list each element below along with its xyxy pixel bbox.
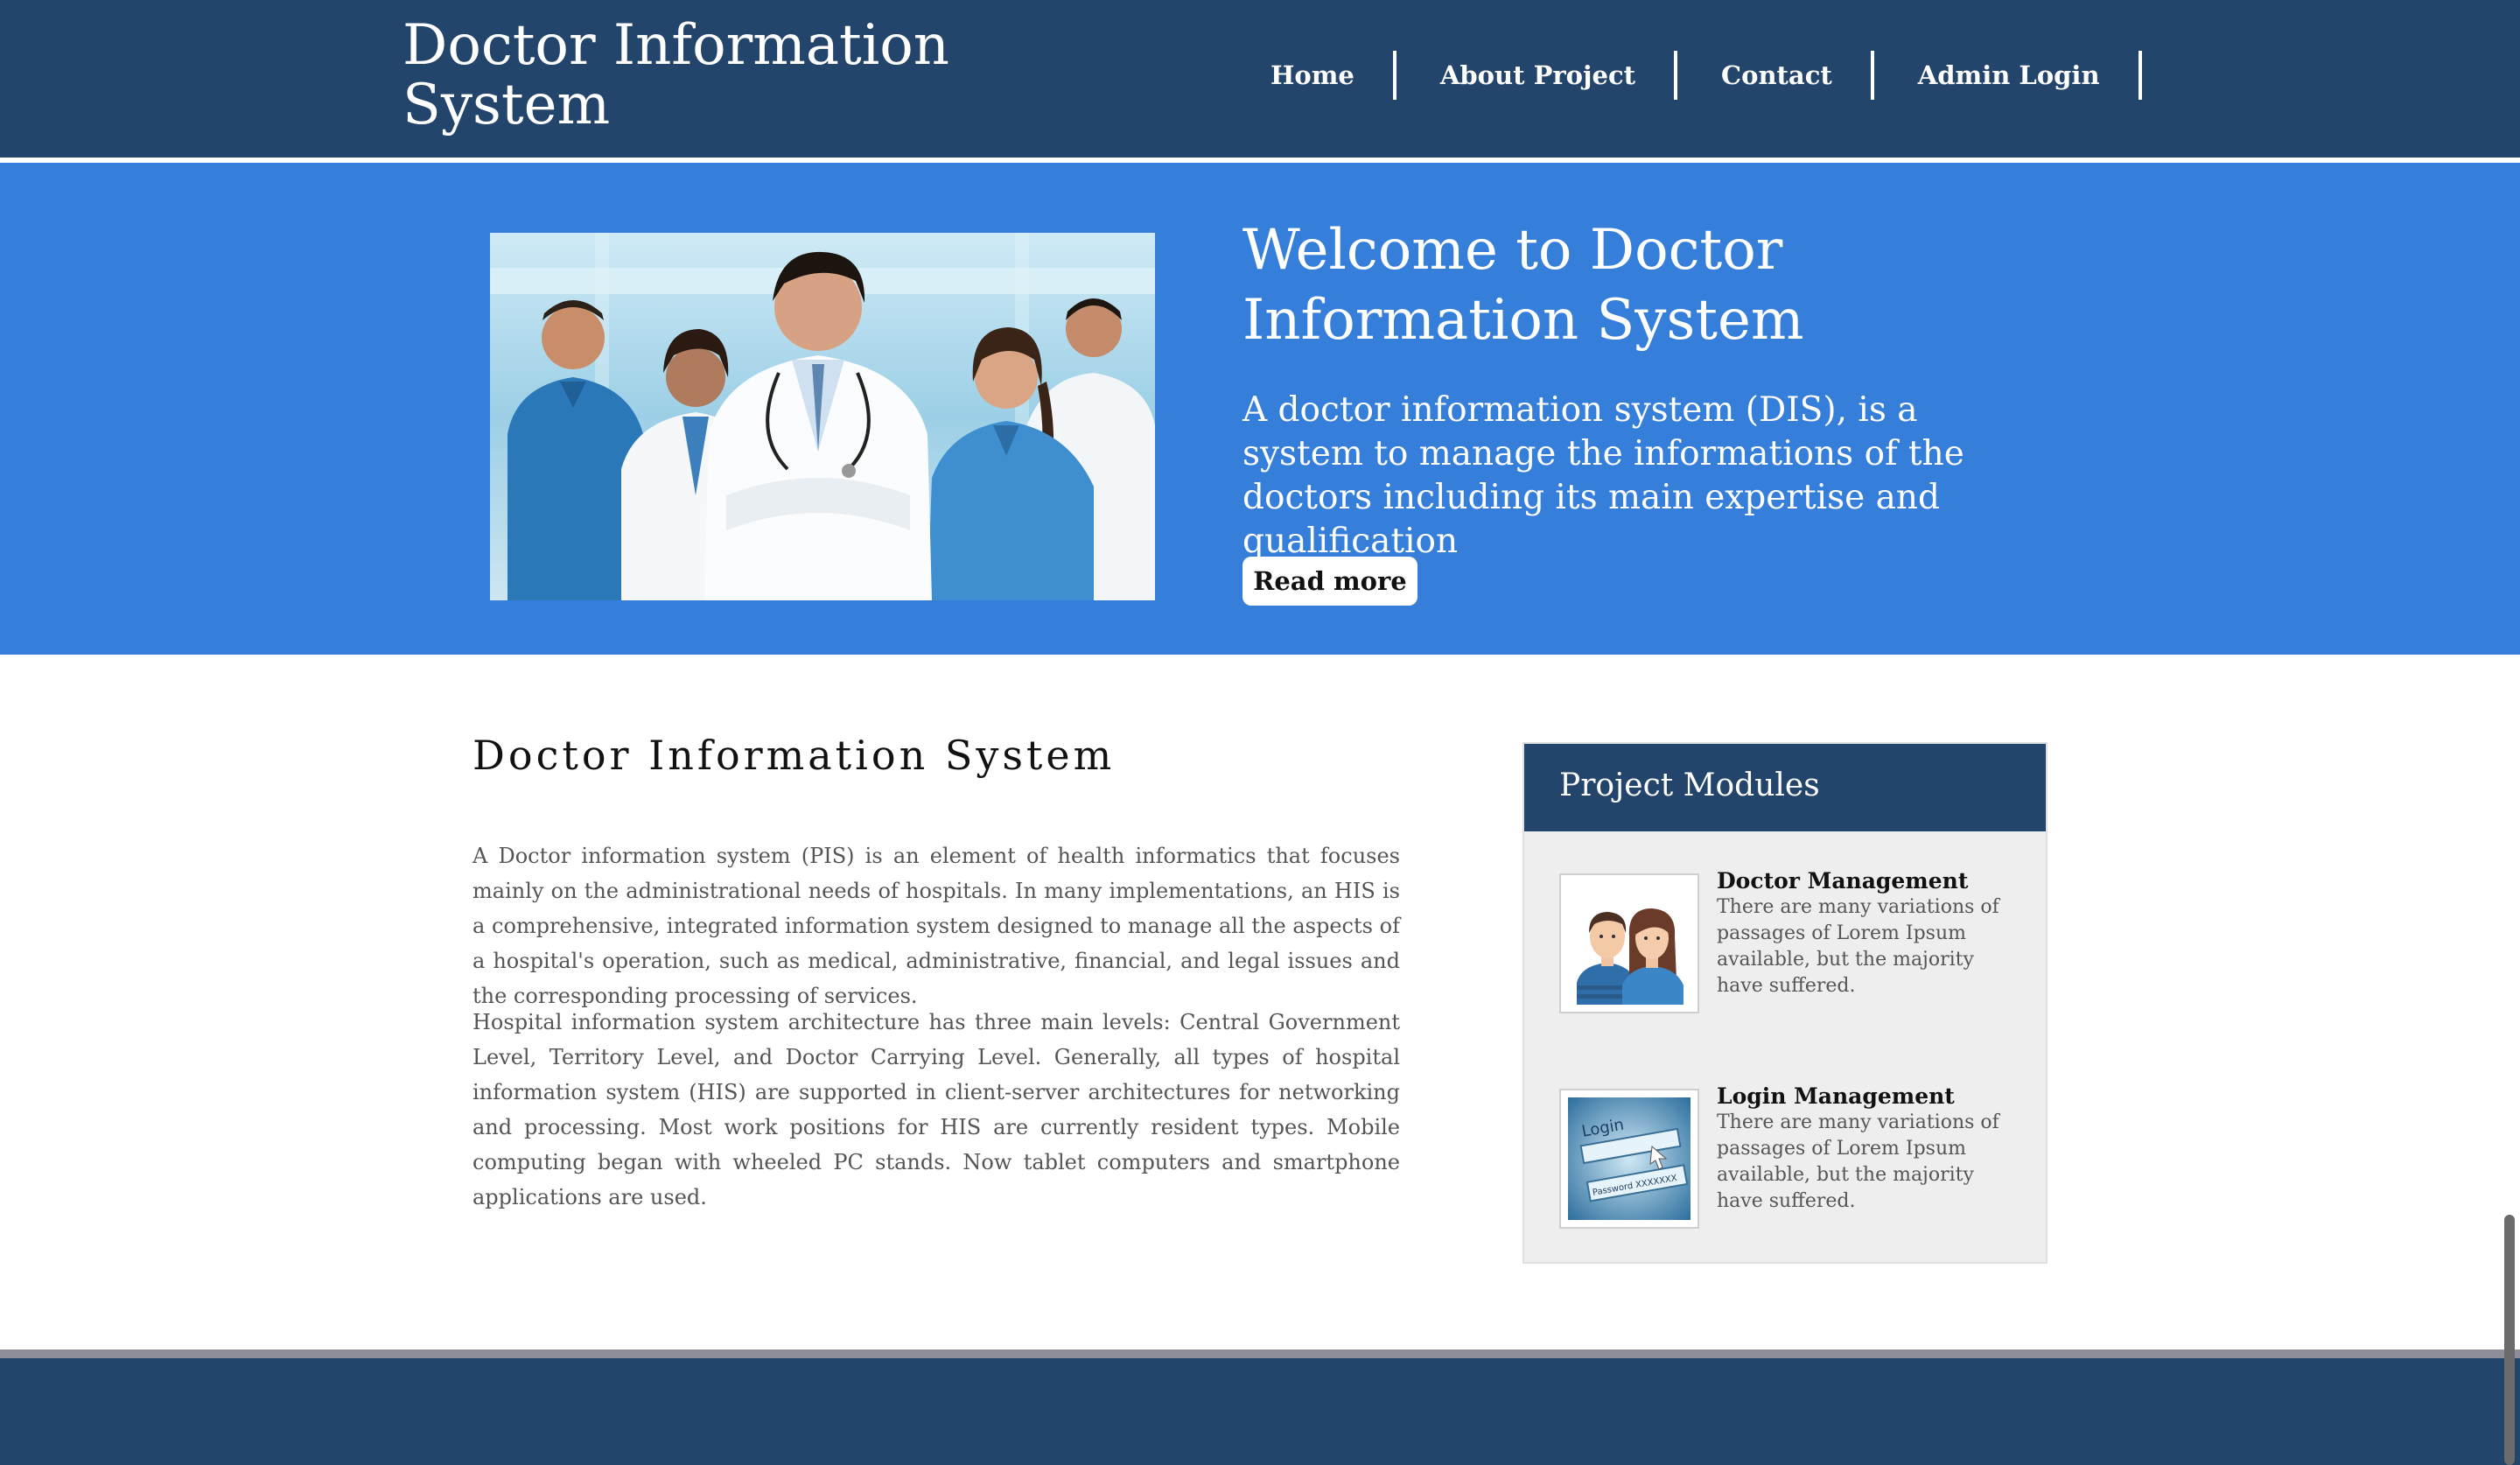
nav-admin-login[interactable]: Admin Login [1874,49,2142,102]
doctor-management-title[interactable]: Doctor Management [1717,868,2032,894]
scrollbar-thumb[interactable] [2504,1215,2515,1465]
doctor-avatars-icon [1568,882,1690,1005]
hero-banner: Welcome to Doctor Information System A d… [0,163,2520,655]
modules-title: Project Modules [1559,768,1820,803]
site-header: Doctor Information System Home About Pro… [0,0,2520,158]
footer-divider [0,1349,2520,1358]
project-modules-panel: Project Modules Doctor Management There … [1522,742,2048,1264]
architecture-paragraph: Hospital information system architecture… [472,1010,1400,1209]
login-management-description: There are many variations of passages of… [1717,1111,1999,1212]
modules-header: Project Modules [1524,744,2046,831]
login-management-title[interactable]: Login Management [1717,1083,2032,1110]
hero-title: Welcome to Doctor Information System [1242,218,1804,353]
login-management-thumbnail[interactable]: Login Password XXXXXXX [1559,1089,1699,1229]
nav-home[interactable]: Home [1227,49,1396,102]
site-title[interactable]: Doctor Information System [402,16,962,135]
intro-paragraph: A Doctor information system (PIS) is an … [472,844,1400,1008]
doctor-management-thumbnail[interactable] [1559,873,1699,1013]
login-screen-icon: Login Password XXXXXXX [1568,1097,1690,1220]
nav-about-project[interactable]: About Project [1396,49,1678,102]
doctor-management-description: There are many variations of passages of… [1717,896,1999,997]
page-heading: Doctor Information System [472,732,1116,779]
site-footer [0,1358,2520,1465]
nav-contact[interactable]: Contact [1677,49,1874,102]
main-nav: Home About Project Contact Admin Login [1227,49,2142,102]
hero-description: A doctor information system (DIS), is a … [1242,390,1964,561]
read-more-button[interactable]: Read more [1242,557,1418,606]
doctors-team-image [490,233,1155,600]
doctors-illustration [490,233,1155,600]
